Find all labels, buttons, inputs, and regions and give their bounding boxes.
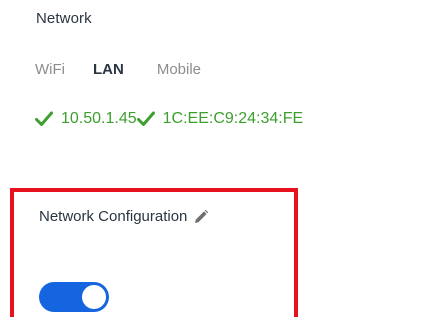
tab-mobile[interactable]: Mobile: [157, 61, 201, 78]
tab-wifi[interactable]: WiFi: [35, 61, 65, 78]
mac-address-value: 1C:EE:C9:24:34:FE: [162, 110, 304, 127]
network-configuration-title: Network Configuration: [39, 208, 188, 225]
checkmark-icon: [35, 111, 53, 127]
pencil-icon[interactable]: [193, 209, 209, 225]
network-configuration-highlight: Network Configuration: [10, 188, 298, 317]
network-tabs: WiFi LAN Mobile: [35, 61, 201, 78]
network-configuration-header: Network Configuration: [39, 208, 209, 225]
network-settings-panel: Network WiFi LAN Mobile 10.50.1.45 1C:EE…: [0, 0, 427, 317]
network-section-title: Network: [36, 10, 92, 27]
network-configuration-toggle[interactable]: [39, 282, 109, 312]
checkmark-icon: [136, 111, 155, 127]
connection-status-row: 10.50.1.45 1C:EE:C9:24:34:FE: [35, 110, 303, 128]
tab-lan[interactable]: LAN: [93, 61, 124, 78]
ip-address-value: 10.50.1.45: [61, 110, 137, 127]
toggle-knob: [82, 285, 106, 309]
